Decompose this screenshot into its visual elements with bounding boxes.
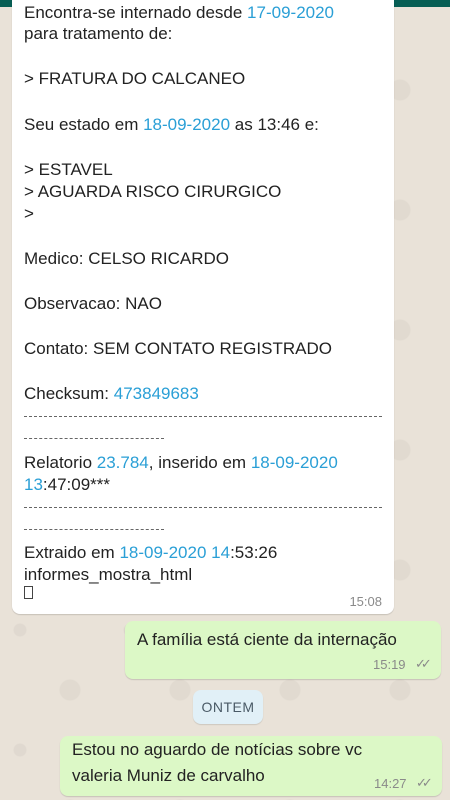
message-line: Seu estado em 18-09-2020 as 13:46 e: — [24, 115, 319, 134]
date-link[interactable]: 18-09-2020 — [119, 543, 206, 562]
separator-line — [24, 416, 382, 417]
message-line: Contato: SEM CONTATO REGISTRADO — [24, 339, 332, 358]
phone-link[interactable]: 473849683 — [114, 384, 199, 403]
separator-line — [24, 507, 382, 508]
message-text: valeria Muniz de carvalho — [72, 766, 265, 785]
message-line: para tratamento de: — [24, 24, 173, 43]
message-line: Encontra-se internado desde 17-09-2020 — [24, 3, 335, 22]
message-line: 13:47:09*** — [24, 475, 111, 494]
message-time: 15:08 — [349, 594, 382, 609]
message-line: Relatorio 23.784, inserido em 18-09-2020 — [24, 453, 338, 472]
outgoing-message-bubble[interactable]: A família está ciente da internação 15:1… — [125, 621, 441, 679]
separator-line — [24, 529, 164, 530]
date-link[interactable]: 17-09-2020 — [247, 3, 334, 22]
message-time: 14:27 — [374, 776, 407, 791]
message-line: > — [24, 204, 34, 223]
missing-glyph-icon — [24, 586, 33, 599]
message-time: 15:19 — [373, 657, 406, 672]
date-link[interactable]: 18-09-2020 — [251, 453, 338, 472]
date-link[interactable]: 18-09-2020 — [143, 115, 230, 134]
read-receipt-icon: ✓✓ — [416, 775, 433, 790]
date-separator: ONTEM — [193, 690, 263, 724]
time-link[interactable]: 13 — [24, 475, 43, 494]
message-text: Estou no aguardo de notícias sobre vc — [72, 740, 363, 759]
message-line: Medico: CELSO RICARDO — [24, 249, 229, 268]
read-receipt-icon: ✓✓ — [415, 656, 432, 671]
number-link[interactable]: 23.784 — [97, 453, 149, 472]
message-line: Extraido em 18-09-2020 14:53:26 — [24, 543, 278, 562]
message-line: > AGUARDA RISCO CIRURGICO — [24, 182, 282, 201]
time-link[interactable]: 14 — [211, 543, 230, 562]
message-line: Observacao: NAO — [24, 294, 162, 313]
message-line: Checksum: 473849683 — [24, 384, 199, 403]
message-line: > ESTAVEL — [24, 160, 113, 179]
message-text: A família está ciente da internação — [137, 630, 397, 649]
outgoing-message-bubble[interactable]: Estou no aguardo de notícias sobre vc va… — [60, 736, 442, 796]
message-line: informes_mostra_html — [24, 565, 193, 584]
separator-line — [24, 438, 164, 439]
message-line: > FRATURA DO CALCANEO — [24, 69, 246, 88]
incoming-message-bubble[interactable]: Encontra-se internado desde 17-09-2020 p… — [12, 0, 394, 614]
